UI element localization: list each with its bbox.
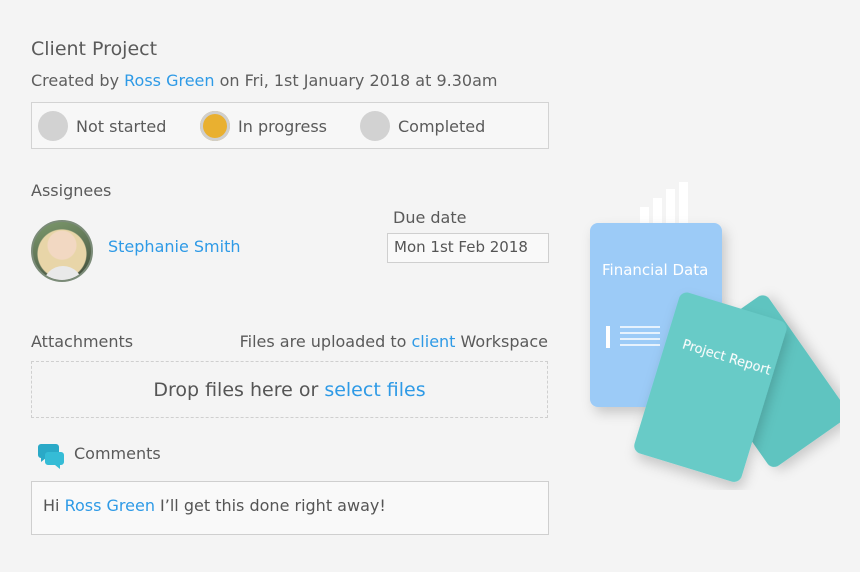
- created-info: Created by Ross Green on Fri, 1st Januar…: [31, 71, 497, 90]
- creator-link[interactable]: Ross Green: [124, 71, 214, 90]
- speech-bubbles-icon: [36, 440, 66, 470]
- status-label-not-started: Not started: [76, 116, 167, 136]
- financial-data-title: Financial Data: [602, 261, 708, 279]
- assignee-name-link[interactable]: Stephanie Smith: [108, 237, 241, 256]
- comments-heading: Comments: [74, 444, 161, 463]
- file-dropzone[interactable]: Drop files here or select files: [31, 361, 548, 418]
- workspace-info: Files are uploaded to client Workspace: [240, 332, 548, 351]
- due-date-field[interactable]: Mon 1st Feb 2018: [387, 233, 549, 263]
- status-radio-not-started[interactable]: [38, 111, 68, 141]
- comment-text: I’ll get this done right away!: [154, 496, 386, 515]
- documents-illustration: Financial Data Project Report: [590, 182, 840, 482]
- status-radio-in-progress[interactable]: [200, 111, 230, 141]
- select-files-link[interactable]: select files: [324, 379, 425, 401]
- status-label-in-progress: In progress: [238, 116, 328, 136]
- status-option-completed[interactable]: Completed: [360, 111, 485, 141]
- comment-mention-link[interactable]: Ross Green: [65, 496, 155, 515]
- workspace-link[interactable]: client: [412, 332, 456, 351]
- status-radio-completed[interactable]: [360, 111, 390, 141]
- page-title: Client Project: [31, 38, 158, 60]
- assignees-heading: Assignees: [31, 181, 112, 200]
- status-option-in-progress[interactable]: In progress: [200, 111, 327, 141]
- avatar[interactable]: [31, 220, 93, 282]
- bar-chart-icon: [640, 182, 688, 225]
- attachments-heading: Attachments: [31, 332, 134, 351]
- dropzone-text: Drop files here or: [153, 378, 319, 401]
- workspace-info-suffix: Workspace: [455, 332, 548, 351]
- due-date-label: Due date: [393, 208, 467, 227]
- created-suffix: on Fri, 1st January 2018 at 9.30am: [214, 71, 498, 90]
- status-option-not-started[interactable]: Not started: [38, 111, 166, 141]
- status-selector: Not started In progress Completed: [31, 102, 549, 149]
- comment-field[interactable]: Hi Ross Green I’ll get this done right a…: [31, 481, 549, 535]
- created-prefix: Created by: [31, 71, 125, 90]
- workspace-info-prefix: Files are uploaded to: [239, 332, 412, 351]
- comment-greeting: Hi: [43, 496, 65, 515]
- status-label-completed: Completed: [398, 116, 486, 136]
